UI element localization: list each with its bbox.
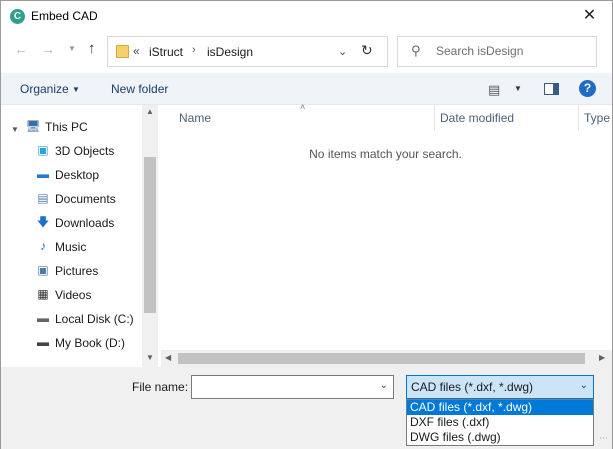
file-type-chevron-down-icon[interactable]: ⌄ bbox=[580, 380, 588, 391]
preview-pane-icon[interactable] bbox=[544, 83, 559, 95]
scroll-down-chevron-icon[interactable]: ▼ bbox=[146, 353, 154, 362]
address-chevron-down-icon[interactable]: ⌄ bbox=[338, 45, 347, 58]
breadcrumb-istruct[interactable]: iStruct bbox=[149, 45, 183, 59]
document-icon: ▤ bbox=[37, 191, 49, 205]
column-header-type[interactable]: Type bbox=[584, 111, 610, 125]
sidebar-item-label: Local Disk (C:) bbox=[55, 312, 134, 326]
file-name-chevron-down-icon[interactable]: ⌄ bbox=[380, 380, 388, 391]
breadcrumb-overflow-icon[interactable]: « bbox=[133, 44, 140, 58]
file-type-select[interactable]: CAD files (*.dxf, *.dwg) ⌄ bbox=[406, 375, 594, 399]
close-button[interactable]: ✕ bbox=[567, 1, 612, 32]
forward-arrow-icon[interactable]: → bbox=[41, 41, 55, 57]
recent-locations-chevron-down-icon[interactable]: ▼ bbox=[68, 44, 76, 53]
sidebar-item-label: This PC bbox=[45, 120, 88, 134]
command-bar: Organize ▼ New folder ▤ ▼ ? bbox=[1, 73, 612, 105]
view-chevron-down-icon[interactable]: ▼ bbox=[514, 84, 522, 93]
column-header-date-modified[interactable]: Date modified bbox=[440, 111, 514, 125]
sidebar-item-label: Videos bbox=[55, 288, 92, 302]
folder-icon bbox=[116, 45, 129, 58]
expand-this-pc-caret-icon[interactable]: ▼ bbox=[11, 125, 19, 134]
download-icon: 🡇 bbox=[36, 215, 50, 229]
file-list: ˄ Name Date modified Type No items match… bbox=[159, 102, 612, 367]
cube-icon: ▣ bbox=[37, 143, 49, 157]
file-type-option-dwg[interactable]: DWG files (.dwg) bbox=[407, 430, 593, 445]
sidebar-item-label: Documents bbox=[55, 192, 116, 206]
picture-icon: ▣ bbox=[37, 263, 49, 277]
sidebar-item-label: Pictures bbox=[55, 264, 99, 278]
title-bar: C Embed CAD ✕ bbox=[1, 1, 612, 33]
sidebar-item-label: Music bbox=[55, 240, 87, 254]
column-divider[interactable] bbox=[578, 105, 579, 131]
organize-button[interactable]: Organize bbox=[20, 82, 69, 96]
resize-grip-icon[interactable]: ⋯ bbox=[599, 433, 608, 444]
video-icon: ▦ bbox=[37, 287, 49, 301]
organize-chevron-down-icon[interactable]: ▼ bbox=[72, 85, 80, 94]
scroll-up-chevron-icon[interactable]: ▲ bbox=[146, 107, 154, 116]
drive-icon: ▬ bbox=[37, 335, 49, 349]
new-folder-button[interactable]: New folder bbox=[111, 82, 168, 96]
sidebar-item-label: My Book (D:) bbox=[55, 336, 126, 350]
empty-state-message: No items match your search. bbox=[309, 147, 462, 161]
address-bar[interactable]: « iStruct › isDesign ⌄ ↻ bbox=[107, 36, 388, 67]
file-type-dropdown-list: CAD files (*.dxf, *.dwg) DXF files (.dxf… bbox=[406, 399, 594, 446]
help-icon[interactable]: ? bbox=[579, 80, 596, 97]
column-divider[interactable] bbox=[434, 105, 435, 131]
sidebar-item-label: Downloads bbox=[55, 216, 115, 230]
scroll-right-chevron-icon[interactable]: ▶ bbox=[599, 353, 605, 362]
music-icon: ♪ bbox=[40, 239, 46, 253]
column-header-name[interactable]: Name bbox=[179, 111, 211, 125]
drive-icon: ▬ bbox=[37, 311, 49, 325]
breadcrumb-isdesign[interactable]: isDesign bbox=[207, 45, 253, 59]
view-list-icon[interactable]: ▤ bbox=[488, 82, 500, 98]
sidebar-item-label: Desktop bbox=[55, 168, 100, 182]
scrollbar-thumb[interactable] bbox=[144, 157, 156, 313]
embed-cad-dialog: C Embed CAD ✕ ← → ▼ ↑ « iStruct › isDesi… bbox=[0, 0, 613, 449]
app-logo-icon: C bbox=[10, 9, 25, 24]
window-title: Embed CAD bbox=[31, 9, 98, 23]
scrollbar-thumb[interactable] bbox=[178, 353, 585, 364]
refresh-icon[interactable]: ↻ bbox=[361, 42, 373, 59]
navigation-pane: ▼ 🖥 This PC ▣ 3D Objects ▬ Desktop ▤ Doc… bbox=[1, 105, 158, 367]
sidebar-item-label: 3D Objects bbox=[55, 144, 115, 158]
file-name-label: File name: bbox=[132, 380, 189, 394]
navigation-pane-scrollbar[interactable]: ▲ ▼ bbox=[142, 105, 158, 367]
search-icon: ⚲ bbox=[411, 43, 421, 58]
computer-icon: 🖥 bbox=[25, 119, 41, 133]
back-arrow-icon[interactable]: ← bbox=[14, 41, 28, 57]
search-box[interactable]: ⚲ bbox=[397, 36, 597, 67]
file-type-option-cad[interactable]: CAD files (*.dxf, *.dwg) bbox=[407, 400, 593, 415]
file-type-option-dxf[interactable]: DXF files (.dxf) bbox=[407, 415, 593, 430]
sort-caret-icon: ˄ bbox=[300, 102, 306, 112]
file-type-selected-value: CAD files (*.dxf, *.dwg) bbox=[411, 380, 534, 394]
file-name-combobox[interactable]: ⌄ bbox=[191, 375, 394, 399]
desktop-icon: ▬ bbox=[37, 167, 49, 181]
breadcrumb-separator-icon[interactable]: › bbox=[192, 44, 196, 56]
scroll-left-chevron-icon[interactable]: ◀ bbox=[165, 353, 171, 362]
up-arrow-icon[interactable]: ↑ bbox=[88, 40, 96, 57]
search-input[interactable] bbox=[436, 44, 586, 58]
file-list-horizontal-scrollbar[interactable]: ◀ ▶ bbox=[161, 350, 612, 367]
